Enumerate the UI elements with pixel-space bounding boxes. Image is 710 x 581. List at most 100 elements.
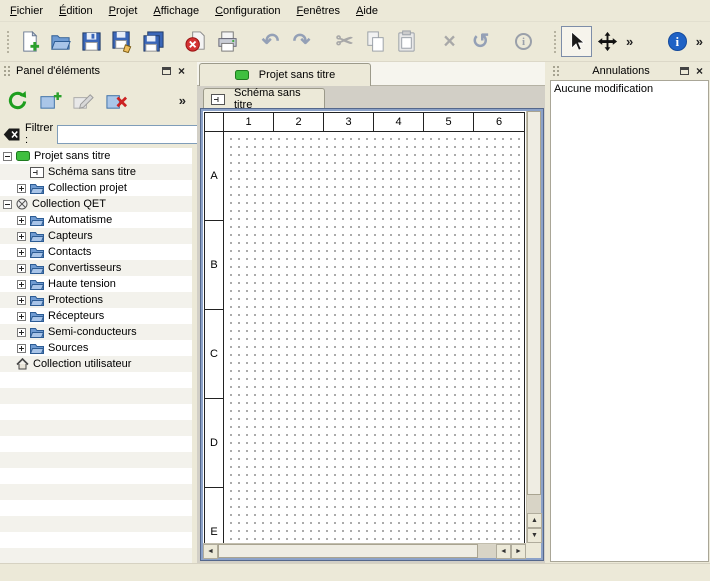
float-panel-button[interactable] [159, 64, 174, 78]
v-scroll-thumb[interactable] [527, 111, 541, 495]
new-document-button[interactable] [14, 26, 45, 57]
tree-item-label: Protections [48, 294, 103, 306]
toolbar-grip[interactable] [5, 29, 10, 55]
expand-icon[interactable] [17, 216, 26, 225]
main-toolbar: ↶ ↷ ✂ × ↺ i » [0, 22, 710, 62]
collapse-icon[interactable] [3, 152, 12, 161]
h-scroll-track[interactable] [478, 544, 496, 558]
menubar: Fichier Édition Projet Affichage Configu… [0, 0, 710, 22]
clipboard-group: ✂ [329, 26, 422, 57]
tree-item-convertisseurs[interactable]: Convertisseurs [0, 260, 192, 276]
menu-fichier[interactable]: Fichier [2, 2, 51, 20]
tree-item-collection-qet[interactable]: Collection QET [0, 196, 192, 212]
delete-button[interactable]: × [434, 26, 465, 57]
edit-group: × ↺ [434, 26, 496, 57]
tree-item-collection-utilisateur[interactable]: Collection utilisateur [0, 356, 192, 372]
v-scrollbar[interactable]: ▲ ▼ [526, 111, 541, 543]
v-scroll-track[interactable] [527, 495, 541, 513]
tree-item-recepteurs[interactable]: Récepteurs [0, 308, 192, 324]
tree-item-haute-tension[interactable]: Haute tension [0, 276, 192, 292]
v-scroll-down-button[interactable]: ▼ [527, 528, 542, 543]
row-header: A [205, 132, 223, 221]
expand-icon[interactable] [17, 312, 26, 321]
diagram-info-button[interactable]: i [508, 26, 539, 57]
v-scroll-up-button[interactable]: ▲ [527, 513, 542, 528]
dock-drag-handle[interactable] [552, 65, 561, 77]
menu-aide[interactable]: Aide [348, 2, 386, 20]
menu-fenetres[interactable]: Fenêtres [289, 2, 348, 20]
rotate-button[interactable]: ↺ [465, 26, 496, 57]
expand-icon[interactable] [17, 248, 26, 257]
save-all-button[interactable] [138, 26, 169, 57]
help-overflow-button[interactable]: » [693, 34, 706, 49]
delete-element-button[interactable] [102, 86, 131, 115]
close-panel-button[interactable]: × [692, 64, 707, 78]
tree-item-sources[interactable]: Sources [0, 340, 192, 356]
folder-icon [30, 263, 44, 274]
open-project-button[interactable] [45, 26, 76, 57]
print-icon [216, 30, 239, 53]
undo-empty-message: Aucune modification [554, 83, 653, 95]
menu-configuration[interactable]: Configuration [207, 2, 288, 20]
expand-icon[interactable] [17, 296, 26, 305]
h-scroll-left-button-2[interactable]: ◄ [496, 544, 511, 559]
float-panel-button[interactable] [677, 64, 692, 78]
tree-item-schema[interactable]: Schéma sans titre [0, 164, 192, 180]
tree-item-automatisme[interactable]: Automatisme [0, 212, 192, 228]
copy-button[interactable] [360, 26, 391, 57]
tree-item-protections[interactable]: Protections [0, 292, 192, 308]
save-as-button[interactable] [107, 26, 138, 57]
tree-item-semi-conducteurs[interactable]: Semi-conducteurs [0, 324, 192, 340]
schema-tab[interactable]: Schéma sans titre [203, 88, 325, 109]
project-tab[interactable]: Projet sans titre [199, 63, 371, 86]
tree-item-collection-projet[interactable]: Collection projet [0, 180, 192, 196]
tools-toolbar-grip[interactable] [552, 29, 557, 55]
clear-filter-button[interactable] [3, 125, 21, 143]
print-button[interactable] [212, 26, 243, 57]
about-button[interactable]: i [662, 26, 693, 57]
expand-icon[interactable] [17, 264, 26, 273]
undo-button[interactable]: ↶ [255, 26, 286, 57]
menu-edition[interactable]: Édition [51, 2, 101, 20]
expand-icon[interactable] [17, 184, 26, 193]
reload-collections-button[interactable] [3, 86, 32, 115]
filter-input[interactable] [57, 125, 205, 144]
new-element-button[interactable] [36, 86, 65, 115]
float-icon [162, 67, 171, 75]
close-file-button[interactable] [181, 26, 212, 57]
expand-icon[interactable] [17, 232, 26, 241]
tree-item-capteurs[interactable]: Capteurs [0, 228, 192, 244]
h-scrollbar[interactable]: ◄ ◄ ► [203, 543, 526, 558]
undo-history-list[interactable]: Aucune modification [550, 80, 709, 562]
expand-icon[interactable] [17, 280, 26, 289]
grid-dots[interactable] [224, 132, 524, 543]
row-header: C [205, 310, 223, 399]
panel-overflow-button[interactable]: » [176, 93, 189, 108]
redo-button[interactable]: ↷ [286, 26, 317, 57]
column-header: 6 [474, 113, 524, 131]
collapse-icon[interactable] [3, 200, 12, 209]
edit-element-button[interactable] [69, 86, 98, 115]
menu-projet[interactable]: Projet [101, 2, 146, 20]
close-panel-button[interactable]: × [174, 64, 189, 78]
close-icon: × [178, 65, 185, 77]
paste-button[interactable] [391, 26, 422, 57]
select-tool-button[interactable] [561, 26, 592, 57]
menu-affichage[interactable]: Affichage [145, 2, 207, 20]
h-scroll-thumb[interactable] [218, 544, 478, 558]
folder-icon [30, 215, 44, 226]
h-scroll-left-button[interactable]: ◄ [203, 544, 218, 559]
tree-item-contacts[interactable]: Contacts [0, 244, 192, 260]
expand-icon[interactable] [17, 344, 26, 353]
h-scroll-right-button[interactable]: ► [511, 544, 526, 559]
save-button[interactable] [76, 26, 107, 57]
tree-item-label: Collection projet [48, 182, 127, 194]
schema-canvas[interactable]: 1 2 3 4 5 6 A B C D [203, 111, 526, 543]
delete-element-icon [105, 89, 128, 112]
move-tool-button[interactable] [592, 26, 623, 57]
tree-item-project[interactable]: Projet sans titre [0, 148, 192, 164]
tools-overflow-button[interactable]: » [623, 34, 636, 49]
cut-button[interactable]: ✂ [329, 26, 360, 57]
expand-icon[interactable] [17, 328, 26, 337]
dock-drag-handle[interactable] [3, 65, 12, 77]
